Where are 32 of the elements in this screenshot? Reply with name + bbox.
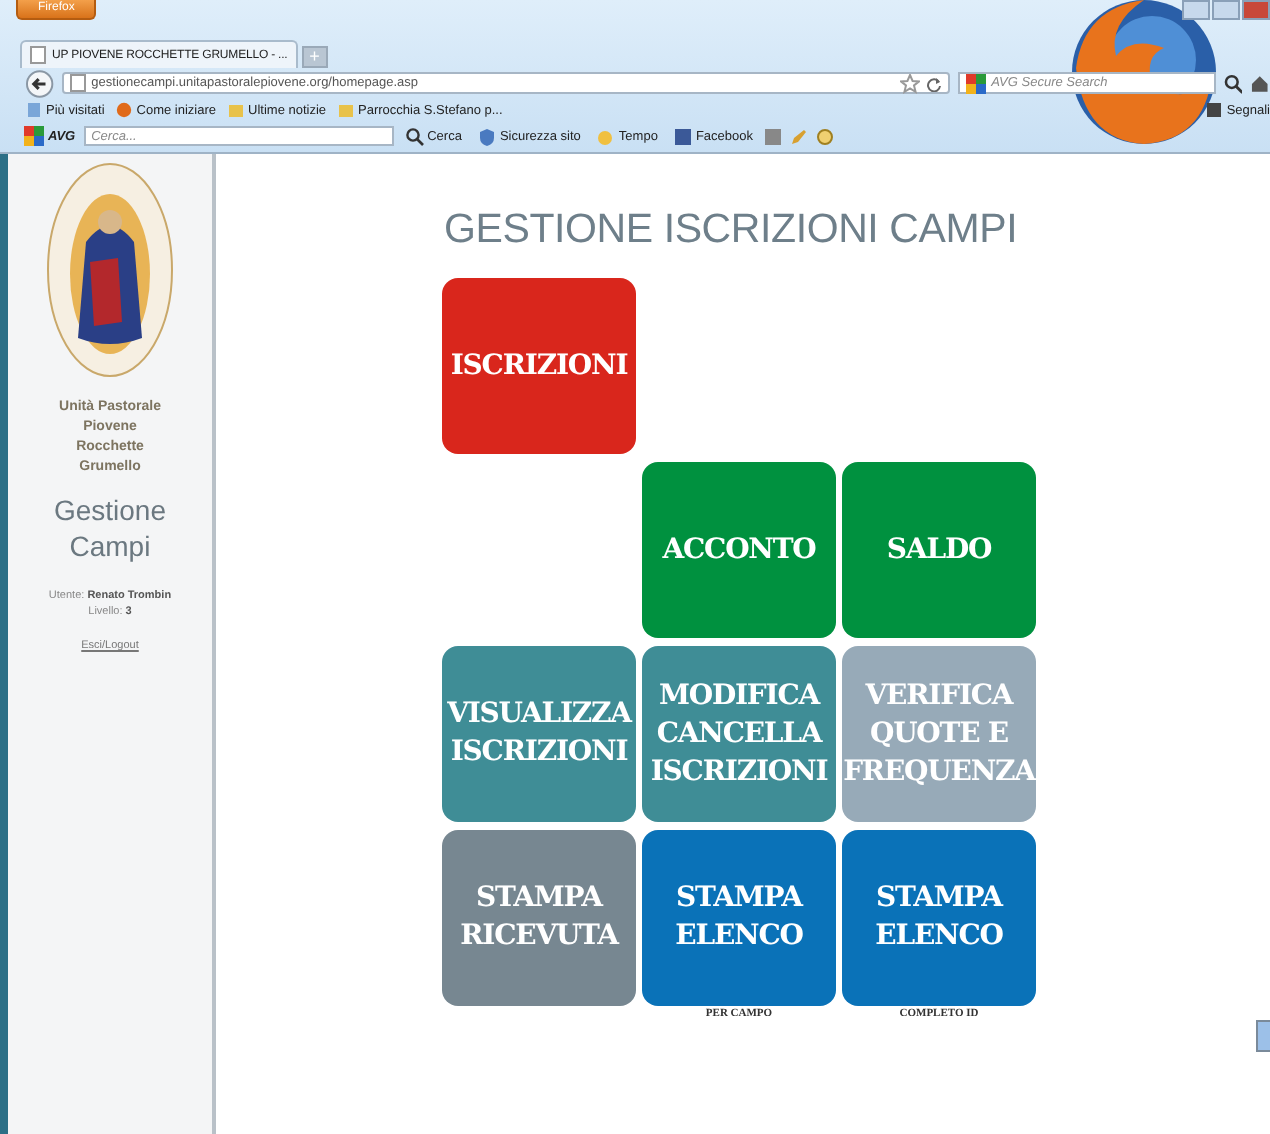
menu-tile[interactable]: SALDO (842, 462, 1036, 638)
maximize-button[interactable] (1212, 0, 1240, 20)
back-icon (26, 69, 54, 97)
reload-icon (925, 75, 942, 91)
menu-tile[interactable]: VISUALIZZA ISCRIZIONI (442, 646, 636, 822)
folder-icon (228, 102, 245, 118)
search-icon (405, 127, 424, 145)
menu-tile[interactable]: ISCRIZIONI (442, 278, 636, 454)
star-icon (899, 73, 920, 93)
page-icon (26, 102, 42, 118)
page-title: GESTIONE ISCRIZIONI CAMPI (444, 206, 1020, 254)
app-title: Gestione Campi (53, 492, 167, 564)
page-icon (69, 74, 86, 92)
page-icon (30, 46, 46, 64)
avg-logo-icon (24, 126, 44, 146)
menu-tile[interactable]: MODIFICA CANCELLA ISCRIZIONI (642, 646, 836, 822)
search-icon (1223, 73, 1243, 93)
pencil-icon (790, 127, 809, 145)
home-icon (1250, 73, 1270, 93)
avg-logo-icon (965, 73, 986, 93)
menu-tile[interactable]: ACCONTO (642, 462, 836, 638)
bookmark-icon (1206, 102, 1223, 118)
square-icon (673, 127, 692, 145)
menu-tile[interactable]: STAMPA RICEVUTA (442, 830, 636, 1006)
close-button[interactable] (1242, 0, 1270, 20)
menu-tile[interactable]: STAMPA ELENCO (642, 830, 836, 1006)
window-thumbnail-icon (1256, 1020, 1270, 1052)
shield-icon (477, 127, 496, 145)
menu-tile[interactable]: STAMPA ELENCO (842, 830, 1036, 1006)
folder-icon (338, 102, 355, 118)
circle-icon (116, 102, 133, 118)
minimize-button[interactable] (1182, 0, 1210, 20)
